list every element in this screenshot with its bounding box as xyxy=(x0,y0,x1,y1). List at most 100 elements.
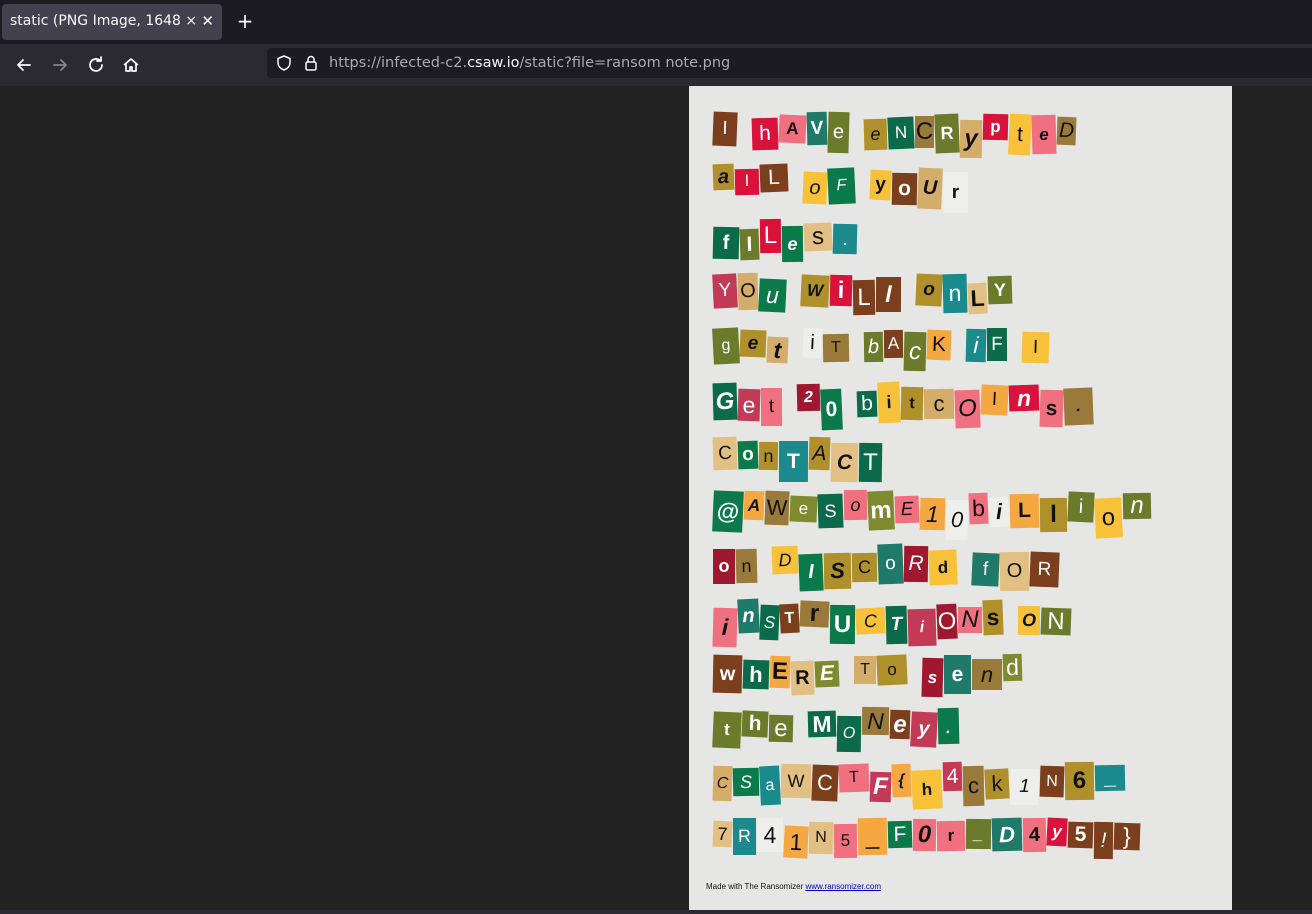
back-icon[interactable] xyxy=(13,54,35,76)
cutout-letter: E xyxy=(814,660,840,688)
cutout-letter: l xyxy=(734,169,760,196)
cutout-letter: R xyxy=(1029,551,1060,588)
cutout-letter: t xyxy=(712,711,742,749)
cutout-letter: N xyxy=(887,116,915,150)
cutout-letter: S xyxy=(759,604,780,641)
reload-icon[interactable] xyxy=(85,54,107,76)
cutout-letter: n xyxy=(735,549,758,584)
lock-icon[interactable] xyxy=(302,54,320,72)
cutout-letter: i xyxy=(988,496,1010,528)
cutout-letter: h xyxy=(911,768,943,810)
close-icon[interactable]: ✕ xyxy=(201,12,214,30)
tab-active[interactable]: static (PNG Image, 1648 × 2504 pixels) ✕ xyxy=(2,4,222,40)
cutout-letter: K xyxy=(926,329,952,361)
cutout-letter: T xyxy=(885,605,908,644)
forward-icon[interactable] xyxy=(49,54,71,76)
cutout-letter: ! xyxy=(1093,821,1114,859)
cutout-letter: D xyxy=(991,817,1023,852)
cutout-letter: h xyxy=(741,710,769,738)
cutout-letter: 4 xyxy=(1022,817,1047,853)
cutout-letter: S xyxy=(817,493,844,529)
cutout-letter: F xyxy=(869,771,892,802)
cutout-letter: 1 xyxy=(919,497,946,531)
cutout-letter: . xyxy=(937,708,960,745)
cutout-letter: c xyxy=(962,765,985,806)
cutout-letter: F xyxy=(827,167,856,205)
cutout-letter: 4 xyxy=(756,817,784,852)
cutout-letter: V xyxy=(806,111,828,146)
cutout-letter: o xyxy=(802,171,828,205)
cutout-letter: n xyxy=(758,441,779,470)
cutout-letter: b xyxy=(856,390,878,417)
cutout-letter: i xyxy=(712,607,738,648)
cutout-letter: f xyxy=(712,226,740,259)
cutout-letter: W xyxy=(780,763,812,798)
cutout-letter: o xyxy=(713,549,735,585)
cutout-letter: e xyxy=(943,654,972,695)
cutout-letter: t xyxy=(900,386,924,420)
cutout-letter: T xyxy=(822,333,850,363)
cutout-letter: i xyxy=(1067,491,1095,523)
cutout-letter: k xyxy=(984,768,1010,800)
cutout-letter: e xyxy=(827,111,850,154)
home-icon[interactable] xyxy=(120,54,142,76)
cutout-letter: _ xyxy=(965,818,992,849)
cutout-letter: e xyxy=(739,329,767,358)
cutout-letter: e xyxy=(889,710,911,740)
cutout-letter: o xyxy=(843,489,868,521)
cutout-letter: Y xyxy=(712,273,738,309)
cutout-letter: w xyxy=(712,654,743,694)
cutout-letter: t xyxy=(1007,113,1033,156)
cutout-letter: b xyxy=(968,492,989,525)
cutout-letter: i xyxy=(965,328,987,363)
cutout-letter: T xyxy=(838,763,870,793)
window-bottom-edge xyxy=(0,910,1312,914)
cutout-letter: L xyxy=(1009,493,1040,529)
cutout-letter: L xyxy=(759,218,782,253)
cutout-letter: y xyxy=(959,119,983,159)
cutout-letter: n xyxy=(1122,492,1152,520)
cutout-letter: C xyxy=(830,442,859,483)
cutout-letter: F xyxy=(887,820,913,849)
cutout-letter: L xyxy=(759,163,789,193)
cutout-letter: U xyxy=(917,167,943,210)
cutout-letter: e xyxy=(768,715,794,743)
cutout-letter: 0 xyxy=(820,388,843,430)
cutout-letter: i xyxy=(802,327,823,359)
ransomizer-link[interactable]: www.ransomizer.com xyxy=(805,882,881,891)
cutout-letter: c xyxy=(903,331,927,372)
cutout-letter: R xyxy=(934,113,960,154)
cutout-letter: O xyxy=(954,389,981,428)
cutout-letter: 2 xyxy=(796,383,821,411)
cutout-letter: d xyxy=(928,549,958,586)
cutout-letter: y xyxy=(910,711,938,748)
ransomizer-credit: Made with The Ransomizer www.ransomizer.… xyxy=(706,882,882,891)
cutout-letter: I xyxy=(739,228,760,260)
cutout-letter: N xyxy=(861,707,890,736)
cutout-letter: f xyxy=(971,552,1000,587)
cutout-letter: s xyxy=(803,222,833,252)
cutout-letter: t xyxy=(766,337,789,364)
cutout-letter: 5 xyxy=(1067,821,1094,849)
cutout-letter: I xyxy=(798,553,824,592)
cutout-letter: N xyxy=(1040,607,1072,636)
cutout-letter: p xyxy=(982,113,1009,141)
url-text[interactable]: https://infected-c2.csaw.io/static?file=… xyxy=(329,55,730,71)
cutout-letter: n xyxy=(1008,384,1040,411)
cutout-letter: n xyxy=(942,273,968,314)
url-bar[interactable]: https://infected-c2.csaw.io/static?file=… xyxy=(267,48,1312,78)
shield-icon[interactable] xyxy=(275,54,293,72)
cutout-letter: { xyxy=(891,763,912,797)
cutout-letter: r xyxy=(799,599,830,628)
cutout-letter: _ xyxy=(1094,764,1126,791)
cutout-letter: l xyxy=(875,276,902,312)
cutout-letter: M xyxy=(807,711,837,738)
new-tab-icon[interactable]: + xyxy=(234,10,256,32)
cutout-letter: Y xyxy=(987,275,1013,305)
cutout-letter: @ xyxy=(712,490,744,533)
cutout-letter: 0 xyxy=(945,499,969,541)
cutout-letter: r xyxy=(942,172,969,214)
cutout-letter: o xyxy=(891,173,918,206)
cutout-letter: T xyxy=(779,603,800,634)
cutout-letter: I xyxy=(712,111,738,147)
